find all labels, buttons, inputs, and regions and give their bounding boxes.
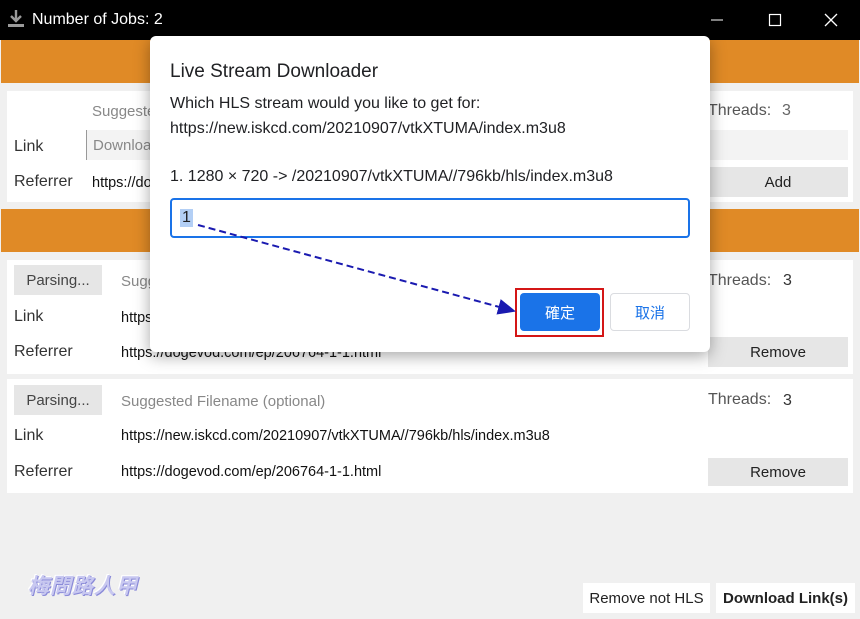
referrer-label: Referrer [14,343,73,360]
referrer-label: Referrer [14,173,73,190]
link-input[interactable]: Downloa [86,130,158,160]
hls-select-dialog: Live Stream Downloader Which HLS stream … [150,36,710,352]
stream-choice-input[interactable]: 1 [170,198,690,238]
link-label: Link [14,138,44,155]
close-button[interactable] [802,0,860,40]
threads-value[interactable]: 3 [783,392,792,410]
filename-input-placeholder[interactable]: Suggested Filename (optional) [121,393,325,410]
remove-button[interactable]: Remove [708,337,848,367]
dialog-question: Which HLS stream would you like to get f… [170,95,481,112]
cancel-button[interactable]: 取消 [610,293,690,331]
title-bar: Number of Jobs: 2 [0,0,860,40]
parsing-button[interactable]: Parsing... [14,265,102,295]
threads-label: Threads: [708,102,772,119]
filename-input-placeholder[interactable]: Suggeste [92,103,155,120]
watermark-logo: 梅問路人甲 [28,575,138,598]
remove-not-hls-button[interactable]: Remove not HLS [583,583,710,613]
remove-button[interactable]: Remove [708,458,848,486]
ok-button[interactable]: 確定 [520,293,600,331]
minimize-icon [711,19,723,21]
close-icon [824,13,838,27]
dialog-title: Live Stream Downloader [170,61,379,82]
link-label: Link [14,308,44,325]
stream-choice-value: 1 [180,209,193,227]
referrer-value[interactable]: https://dogevod.com/ep/206764-1-1.html [121,464,381,480]
referrer-label: Referrer [14,463,73,480]
job-panel-2: Parsing... Suggested Filename (optional)… [7,379,853,493]
dialog-option-1: 1. 1280 × 720 -> /20210907/vtkXTUMA//796… [170,168,613,185]
link-label: Link [14,427,44,444]
threads-value[interactable]: 3 [782,102,791,120]
link-input-right[interactable] [708,130,848,160]
link-value[interactable]: https [121,310,152,326]
add-button[interactable]: Add [708,167,848,197]
parsing-button[interactable]: Parsing... [14,385,102,415]
link-input-placeholder: Downloa [93,137,152,154]
threads-label: Threads: [708,391,772,408]
download-icon [8,10,24,27]
download-links-button[interactable]: Download Link(s) [716,583,855,613]
dialog-url: https://new.iskcd.com/20210907/vtkXTUMA/… [170,120,566,137]
maximize-button[interactable] [746,0,804,40]
threads-label: Threads: [708,272,772,289]
referrer-value[interactable]: https://do [92,175,152,191]
threads-value[interactable]: 3 [783,272,792,290]
maximize-icon [768,13,782,27]
minimize-button[interactable] [688,0,746,40]
window-title: Number of Jobs: 2 [32,11,163,28]
link-value[interactable]: https://new.iskcd.com/20210907/vtkXTUMA/… [121,428,550,444]
